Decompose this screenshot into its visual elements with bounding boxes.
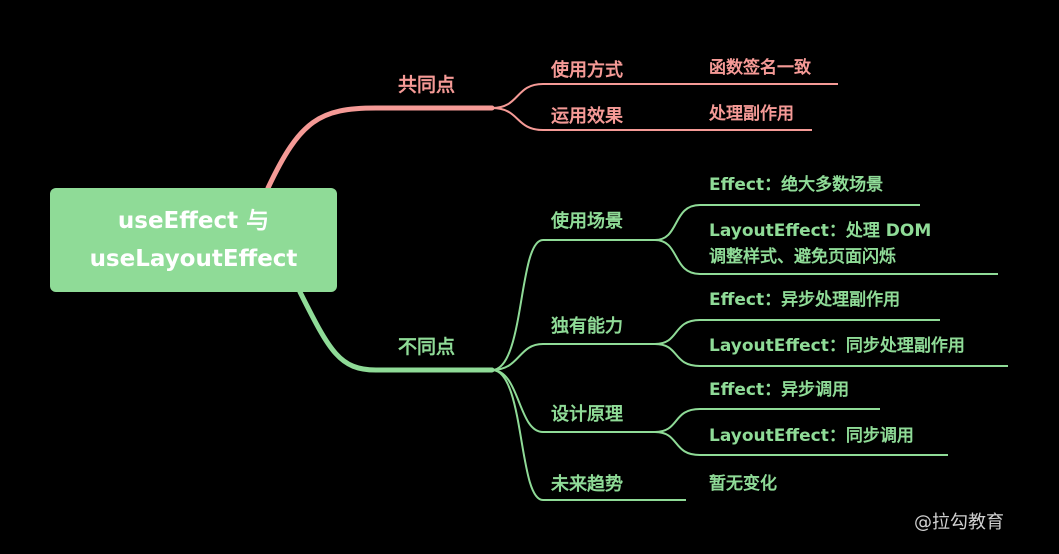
detail-ability-layout[interactable]: LayoutEffect：同步处理副作用 [709, 334, 965, 359]
connector-different-ability [491, 343, 655, 371]
detail-design-effect[interactable]: Effect：异步调用 [709, 378, 849, 403]
node-similar-effect[interactable]: 运用效果 [551, 102, 623, 128]
node-different-design[interactable]: 设计原理 [551, 400, 623, 426]
detail-scene-effect[interactable]: Effect：绝大多数场景 [709, 173, 883, 198]
node-similar-usage[interactable]: 使用方式 [551, 56, 623, 82]
detail-usage[interactable]: 函数签名一致 [709, 56, 811, 81]
detail-ability-effect[interactable]: Effect：异步处理副作用 [709, 288, 900, 313]
node-different-scene[interactable]: 使用场景 [551, 207, 623, 233]
root-title-line1: useEffect 与 [117, 208, 270, 234]
connector-different-scene [491, 239, 655, 371]
node-different[interactable]: 不同点 [398, 332, 455, 359]
detail-scene-layout-line2[interactable]: 调整样式、避免页面闪烁 [709, 245, 896, 270]
root-title-line2: useLayoutEffect [89, 246, 298, 272]
connector-root-similar [265, 105, 495, 191]
connector-root-different [297, 289, 495, 373]
watermark: @拉勾教育 [914, 512, 1004, 533]
detail-effect[interactable]: 处理副作用 [709, 102, 794, 127]
node-different-ability[interactable]: 独有能力 [551, 312, 623, 338]
mind-map-canvas: useEffect 与 useLayoutEffect 共同点 使用方式 运用效… [0, 0, 1059, 554]
detail-future[interactable]: 暂无变化 [709, 472, 777, 497]
root-node[interactable]: useEffect 与 useLayoutEffect [50, 188, 337, 292]
detail-design-layout[interactable]: LayoutEffect：同步调用 [709, 424, 914, 449]
node-different-future[interactable]: 未来趋势 [551, 470, 623, 496]
node-similar[interactable]: 共同点 [398, 70, 455, 97]
detail-scene-layout-line1[interactable]: LayoutEffect：处理 DOM [709, 219, 931, 244]
